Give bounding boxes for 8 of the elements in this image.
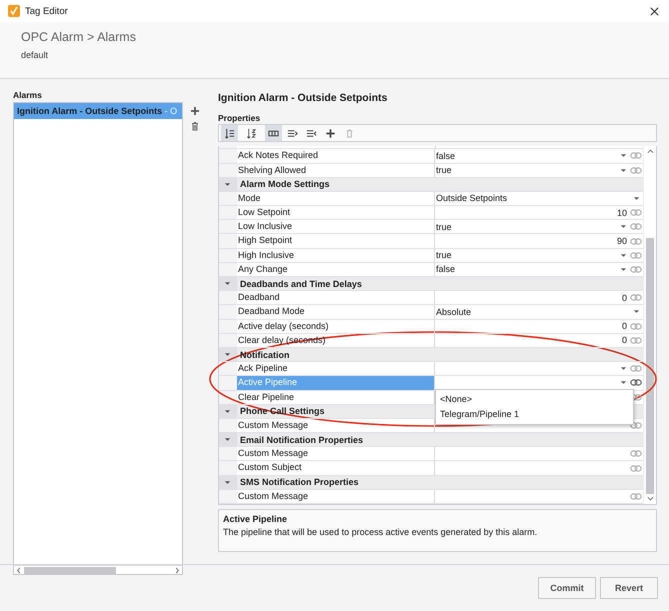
alarms-label: Alarms bbox=[13, 90, 43, 100]
alarm-title: Ignition Alarm - Outside Setpoints bbox=[218, 92, 388, 104]
breadcrumb: OPC Alarm > Alarms bbox=[21, 30, 137, 44]
properties-label: Properties bbox=[218, 113, 262, 123]
description-text: The pipeline that will be used to process active events generated by this alarm. bbox=[223, 527, 538, 537]
window-title: Tag Editor bbox=[25, 6, 68, 16]
subtitle: default bbox=[21, 50, 50, 60]
description-title: Active Pipeline bbox=[223, 514, 288, 524]
